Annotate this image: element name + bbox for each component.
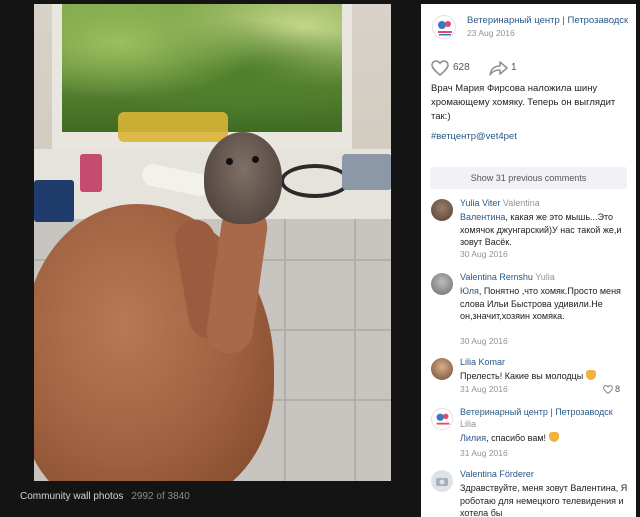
post-hashtag[interactable]: #ветцентр@vet4pet	[431, 131, 517, 142]
author-link[interactable]: Valentina Förderer	[460, 469, 534, 479]
photo-viewer	[0, 0, 421, 517]
blue-box	[34, 180, 74, 222]
yellow-object	[118, 112, 228, 142]
comment-text: Валентина, какая же это мышь...Это хомяч…	[460, 211, 630, 249]
photo-counter: 2992 of 3840	[131, 491, 190, 502]
post-header: Ветеринарный центр | Петрозаводск 23 Aug…	[421, 4, 636, 46]
reply-name[interactable]: Юля	[460, 286, 479, 296]
hamster-photo[interactable]	[34, 4, 391, 481]
show-previous-comments-button[interactable]: Show 31 previous comments	[430, 167, 627, 189]
comment-date[interactable]: 30 Aug 2016	[460, 336, 508, 346]
comment-author: Valentina Remshu Yulia	[460, 272, 555, 282]
comment-like-count: 8	[615, 384, 621, 394]
community-avatar[interactable]	[432, 15, 456, 39]
stethoscope	[280, 164, 350, 198]
comment-author: Ветеринарный центр | Петрозаводск	[460, 407, 630, 417]
reply-name[interactable]: Валентина	[460, 212, 505, 222]
share-count[interactable]: 1	[511, 62, 517, 73]
heart-icon[interactable]	[431, 60, 449, 76]
photo-caption: Community wall photos 2992 of 3840	[20, 491, 190, 502]
clapping-hands-icon	[585, 370, 596, 380]
comment-author: Yulia Viter Valentina	[460, 198, 540, 208]
hamster	[204, 132, 282, 224]
comment-date[interactable]: 30 Aug 2016	[460, 249, 508, 259]
comment-date[interactable]: 31 Aug 2016	[460, 448, 508, 458]
post-date[interactable]: 23 Aug 2016	[467, 28, 515, 38]
comment-text: Здравствуйте, меня зовут Валентина, Я ро…	[460, 483, 628, 517]
avatar[interactable]	[431, 408, 453, 430]
reply-to[interactable]: Yulia	[535, 272, 555, 282]
comment-text: Прелесть! Какие вы молодцы	[460, 370, 630, 383]
avatar[interactable]	[431, 273, 453, 295]
comment-date[interactable]: 31 Aug 2016	[460, 384, 508, 394]
author-link[interactable]: Ветеринарный центр | Петрозаводск	[460, 407, 613, 417]
heart-icon	[602, 385, 614, 395]
comment-author: Valentina Förderer	[460, 469, 534, 479]
author-link[interactable]: Yulia Viter	[460, 198, 500, 208]
comment-text: Лилия, спасибо вам!	[460, 432, 630, 445]
camera-icon	[436, 478, 448, 486]
like-count[interactable]: 628	[453, 62, 470, 73]
post-panel: Ветеринарный центр | Петрозаводск 23 Aug…	[421, 4, 636, 517]
post-author[interactable]: Ветеринарный центр | Петрозаводск	[467, 15, 632, 26]
reply-to[interactable]: Valentina	[503, 198, 540, 208]
praying-hands-icon	[548, 432, 559, 442]
post-actions: 628 1	[421, 46, 636, 86]
author-link[interactable]: Valentina Remshu	[460, 272, 533, 282]
pink-tube	[80, 154, 102, 192]
avatar[interactable]	[431, 470, 453, 492]
comment-body: Прелесть! Какие вы молодцы	[460, 371, 584, 381]
community-logo-icon	[438, 21, 452, 36]
reply-to[interactable]: Lilia	[460, 419, 476, 429]
album-link[interactable]: Community wall photos	[20, 491, 123, 502]
comment-author: Lilia Komar	[460, 357, 505, 367]
community-logo-icon	[436, 413, 450, 425]
share-icon[interactable]	[489, 60, 509, 76]
comment-body: , Понятно ,что хомяк.Просто меня слова И…	[460, 286, 621, 321]
avatar[interactable]	[431, 199, 453, 221]
avatar[interactable]	[431, 358, 453, 380]
comment-like[interactable]: 8	[602, 384, 621, 395]
author-link[interactable]: Lilia Komar	[460, 357, 505, 367]
comment-body: , спасибо вам!	[486, 433, 547, 443]
reply-name[interactable]: Лилия	[460, 433, 486, 443]
comment-text: Юля, Понятно ,что хомяк.Просто меня слов…	[460, 285, 630, 323]
post-text: Врач Мария Фирсова наложила шину хромающ…	[431, 83, 616, 122]
medical-device	[342, 154, 391, 190]
